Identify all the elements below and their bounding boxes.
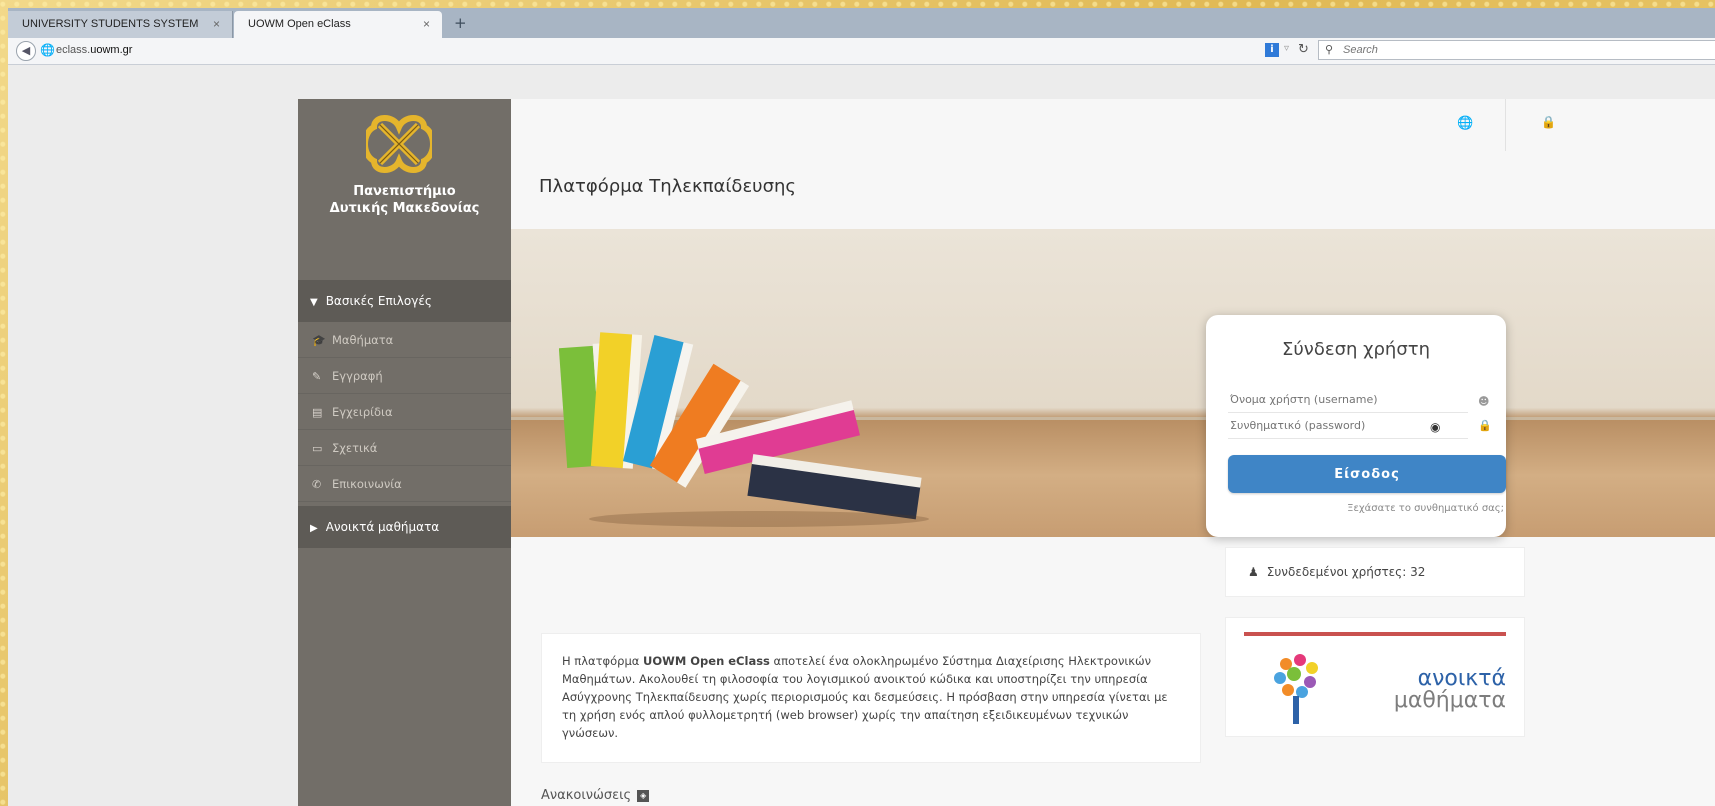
close-icon[interactable]: ×: [213, 17, 220, 31]
graduation-cap-icon: 🎓: [312, 334, 326, 347]
hero-banner: [511, 229, 1715, 537]
open-courses-subtitle: μαθήματα: [1393, 688, 1506, 713]
chevron-down-icon: ▼: [310, 297, 318, 308]
sidebar-item-label: Σχετικά: [332, 441, 378, 455]
university-name-line2: Δυτικής Μακεδονίας: [329, 201, 480, 216]
globe-icon: 🌐: [40, 43, 55, 57]
university-name-line1: Πανεπιστήμιο: [353, 184, 456, 199]
tab-label: UOWM Open eClass: [248, 18, 351, 30]
tab-strip: UNIVERSITY STUDENTS SYSTEM × UOWM Open e…: [8, 8, 1715, 38]
sidebar-item-label: Εγγραφή: [332, 369, 383, 383]
books-illustration: [559, 332, 929, 527]
sidebar-item-about[interactable]: ▭ Σχετικά: [298, 430, 511, 466]
address-bar[interactable]: eclass.uowm.gr: [56, 44, 132, 56]
tab-university-students-system[interactable]: UNIVERSITY STUDENTS SYSTEM ×: [8, 11, 233, 38]
users-icon: ♟: [1248, 565, 1259, 579]
rss-icon[interactable]: ◈: [637, 789, 650, 802]
sidebar-section-open-courses[interactable]: ▶ Ανοικτά μαθήματα: [298, 506, 511, 548]
sidebar-item-contact[interactable]: ✆ Επικοινωνία: [298, 466, 511, 502]
document-icon: ▤: [312, 406, 323, 419]
reload-icon[interactable]: ↻: [1298, 42, 1309, 57]
login-button[interactable]: Είσοδος: [1228, 455, 1506, 493]
navigation-bar: ◀ 🌐 eclass.uowm.gr i ▿ ↻ ⚲: [8, 38, 1715, 65]
sidebar-item-label: Μαθήματα: [332, 333, 394, 347]
online-users-count: Συνδεδεμένοι χρήστες: 32: [1266, 565, 1426, 579]
forgot-password-link[interactable]: Ξεχάσατε το συνθηματικό σας;: [1347, 503, 1504, 514]
tab-uowm-open-eclass[interactable]: UOWM Open eClass ×: [234, 11, 442, 38]
language-globe-icon[interactable]: 🌐: [1457, 116, 1473, 131]
description-prefix: Η πλατφόρμα: [562, 654, 644, 668]
tab-label: UNIVERSITY STUDENTS SYSTEM: [22, 18, 199, 30]
edit-icon: ✎: [312, 370, 322, 383]
info-icon[interactable]: i: [1265, 43, 1279, 57]
phone-icon: ✆: [312, 478, 322, 491]
main-content: Πλατφόρμα Τηλεκπαίδευσης Η πλατφόρμα UOW…: [511, 151, 1715, 806]
new-tab-icon[interactable]: +: [454, 14, 467, 32]
description-bold: UOWM Open eClass: [643, 654, 770, 668]
sidebar-item-registration[interactable]: ✎ Εγγραφή: [298, 358, 511, 394]
page-title: Πλατφόρμα Τηλεκπαίδευσης: [539, 176, 796, 197]
university-name: Πανεπιστήμιο Δυτικής Μακεδονίας: [298, 183, 511, 217]
lock-icon[interactable]: 🔒: [1541, 115, 1556, 129]
sidebar-item-manuals[interactable]: ▤ Εγχειρίδια: [298, 394, 511, 430]
announcements-label: Ανακοινώσεις: [541, 788, 632, 803]
university-logo: [366, 115, 432, 173]
open-courses-banner[interactable]: ανοικτά μαθήματα: [1225, 617, 1525, 737]
search-box[interactable]: ⚲: [1318, 40, 1715, 60]
url-domain: uowm.gr: [90, 44, 133, 56]
login-panel: Σύνδεση χρήστη ☻ ◉ 🔒 Είσοδος Ξεχάσατε το…: [1206, 315, 1506, 537]
banner-divider: [1244, 632, 1506, 636]
platform-description: Η πλατφόρμα UOWM Open eClass αποτελεί έν…: [541, 633, 1201, 763]
header-divider: [1505, 99, 1506, 151]
sidebar-item-courses[interactable]: 🎓 Μαθήματα: [298, 322, 511, 358]
sidebar: Πανεπιστήμιο Δυτικής Μακεδονίας ▼ Βασικές…: [298, 99, 511, 806]
section-label: Βασικές Επιλογές: [325, 294, 432, 308]
back-arrow-icon[interactable]: ◀: [16, 41, 36, 61]
search-icon: ⚲: [1325, 43, 1334, 56]
lock-icon: 🔒: [1478, 419, 1492, 432]
user-icon: ☻: [1478, 395, 1490, 408]
login-title: Σύνδεση χρήστη: [1281, 339, 1430, 360]
sidebar-section-main-options[interactable]: ▼ Βασικές Επιλογές: [298, 280, 511, 322]
close-icon[interactable]: ×: [423, 17, 430, 31]
web-page: Πανεπιστήμιο Δυτικής Μακεδονίας ▼ Βασικές…: [8, 65, 1715, 806]
search-input[interactable]: [1341, 43, 1645, 57]
credit-card-icon: ▭: [312, 442, 323, 455]
eye-icon[interactable]: ◉: [1430, 420, 1440, 434]
browser-window: UNIVERSITY STUDENTS SYSTEM × UOWM Open e…: [8, 8, 1715, 806]
username-field[interactable]: [1228, 387, 1468, 413]
announcements-heading: Ανακοινώσεις ◈: [541, 788, 650, 803]
online-users-panel: ♟ Συνδεδεμένοι χρήστες: 32: [1225, 547, 1525, 597]
top-header: 🌐 🔒: [511, 99, 1715, 152]
url-prefix: eclass.: [56, 44, 91, 56]
tree-logo-icon: [1274, 654, 1318, 724]
section-label: Ανοικτά μαθήματα: [325, 520, 440, 534]
dropdown-arrow-icon[interactable]: ▿: [1284, 43, 1289, 54]
chevron-right-icon: ▶: [310, 523, 318, 534]
sidebar-item-label: Εγχειρίδια: [332, 405, 393, 419]
sidebar-item-label: Επικοινωνία: [332, 477, 402, 491]
